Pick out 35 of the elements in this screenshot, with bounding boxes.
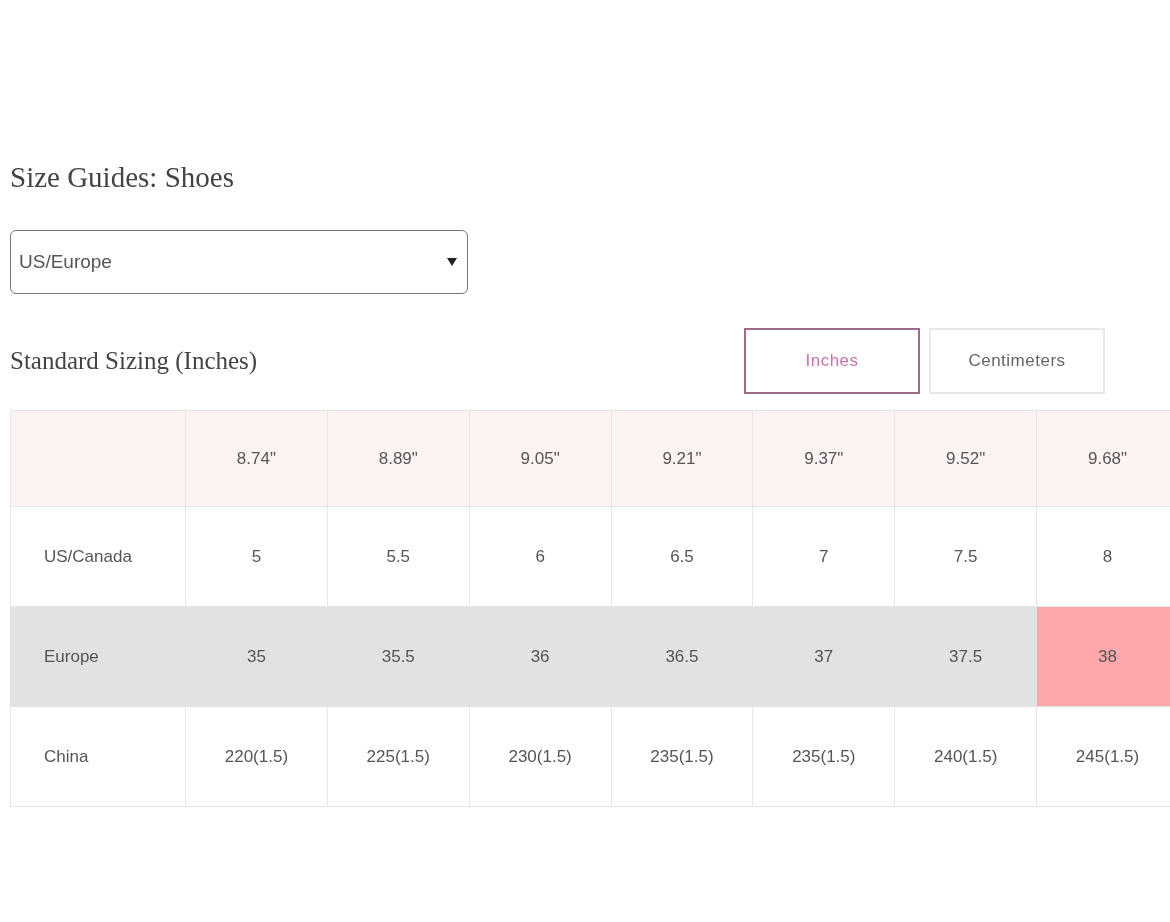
column-header-cell: 9.05" [469, 410, 612, 507]
column-header-cell: 9.52" [894, 410, 1037, 507]
column-header-cell: 9.68" [1036, 410, 1170, 507]
row-header-cell: China [10, 706, 186, 807]
table-cell: 235(1.5) [611, 706, 753, 807]
column-header-cell: 9.37" [752, 410, 895, 507]
table-cell: 240(1.5) [894, 706, 1037, 807]
column-header-cell: 9.21" [611, 410, 753, 507]
table-cell: 37.5 [894, 606, 1037, 707]
table-cell: 35 [185, 606, 328, 707]
table-cell: 6 [469, 506, 612, 607]
region-dropdown[interactable]: US/Europe [10, 230, 468, 294]
table-cell: 6.5 [611, 506, 753, 607]
column-header-cell: 8.89" [327, 410, 470, 507]
table-cell: 35.5 [327, 606, 470, 707]
table-cell: 5.5 [327, 506, 470, 607]
table-cell: 5 [185, 506, 328, 607]
table-cell: 220(1.5) [185, 706, 328, 807]
table-cell: 235(1.5) [752, 706, 895, 807]
unit-tab[interactable]: Centimeters [929, 328, 1105, 394]
table-cell: 7 [752, 506, 895, 607]
table-cell: 37 [752, 606, 895, 707]
row-header-cell: US/Canada [10, 506, 186, 607]
section-title: Standard Sizing (Inches) [10, 347, 258, 374]
caret-icon [447, 258, 457, 266]
table-cell: 7.5 [894, 506, 1037, 607]
column-header-cell: 8.74" [185, 410, 328, 507]
page-title: Size Guides: Shoes [10, 160, 234, 195]
row-header-cell: Europe [10, 606, 186, 707]
table-cell: 225(1.5) [327, 706, 470, 807]
unit-tab[interactable]: Inches [744, 328, 920, 394]
table-cell: 36.5 [611, 606, 753, 707]
table-cell: 36 [469, 606, 612, 707]
table-cell: 38 [1036, 606, 1170, 707]
table-cell: 230(1.5) [469, 706, 612, 807]
